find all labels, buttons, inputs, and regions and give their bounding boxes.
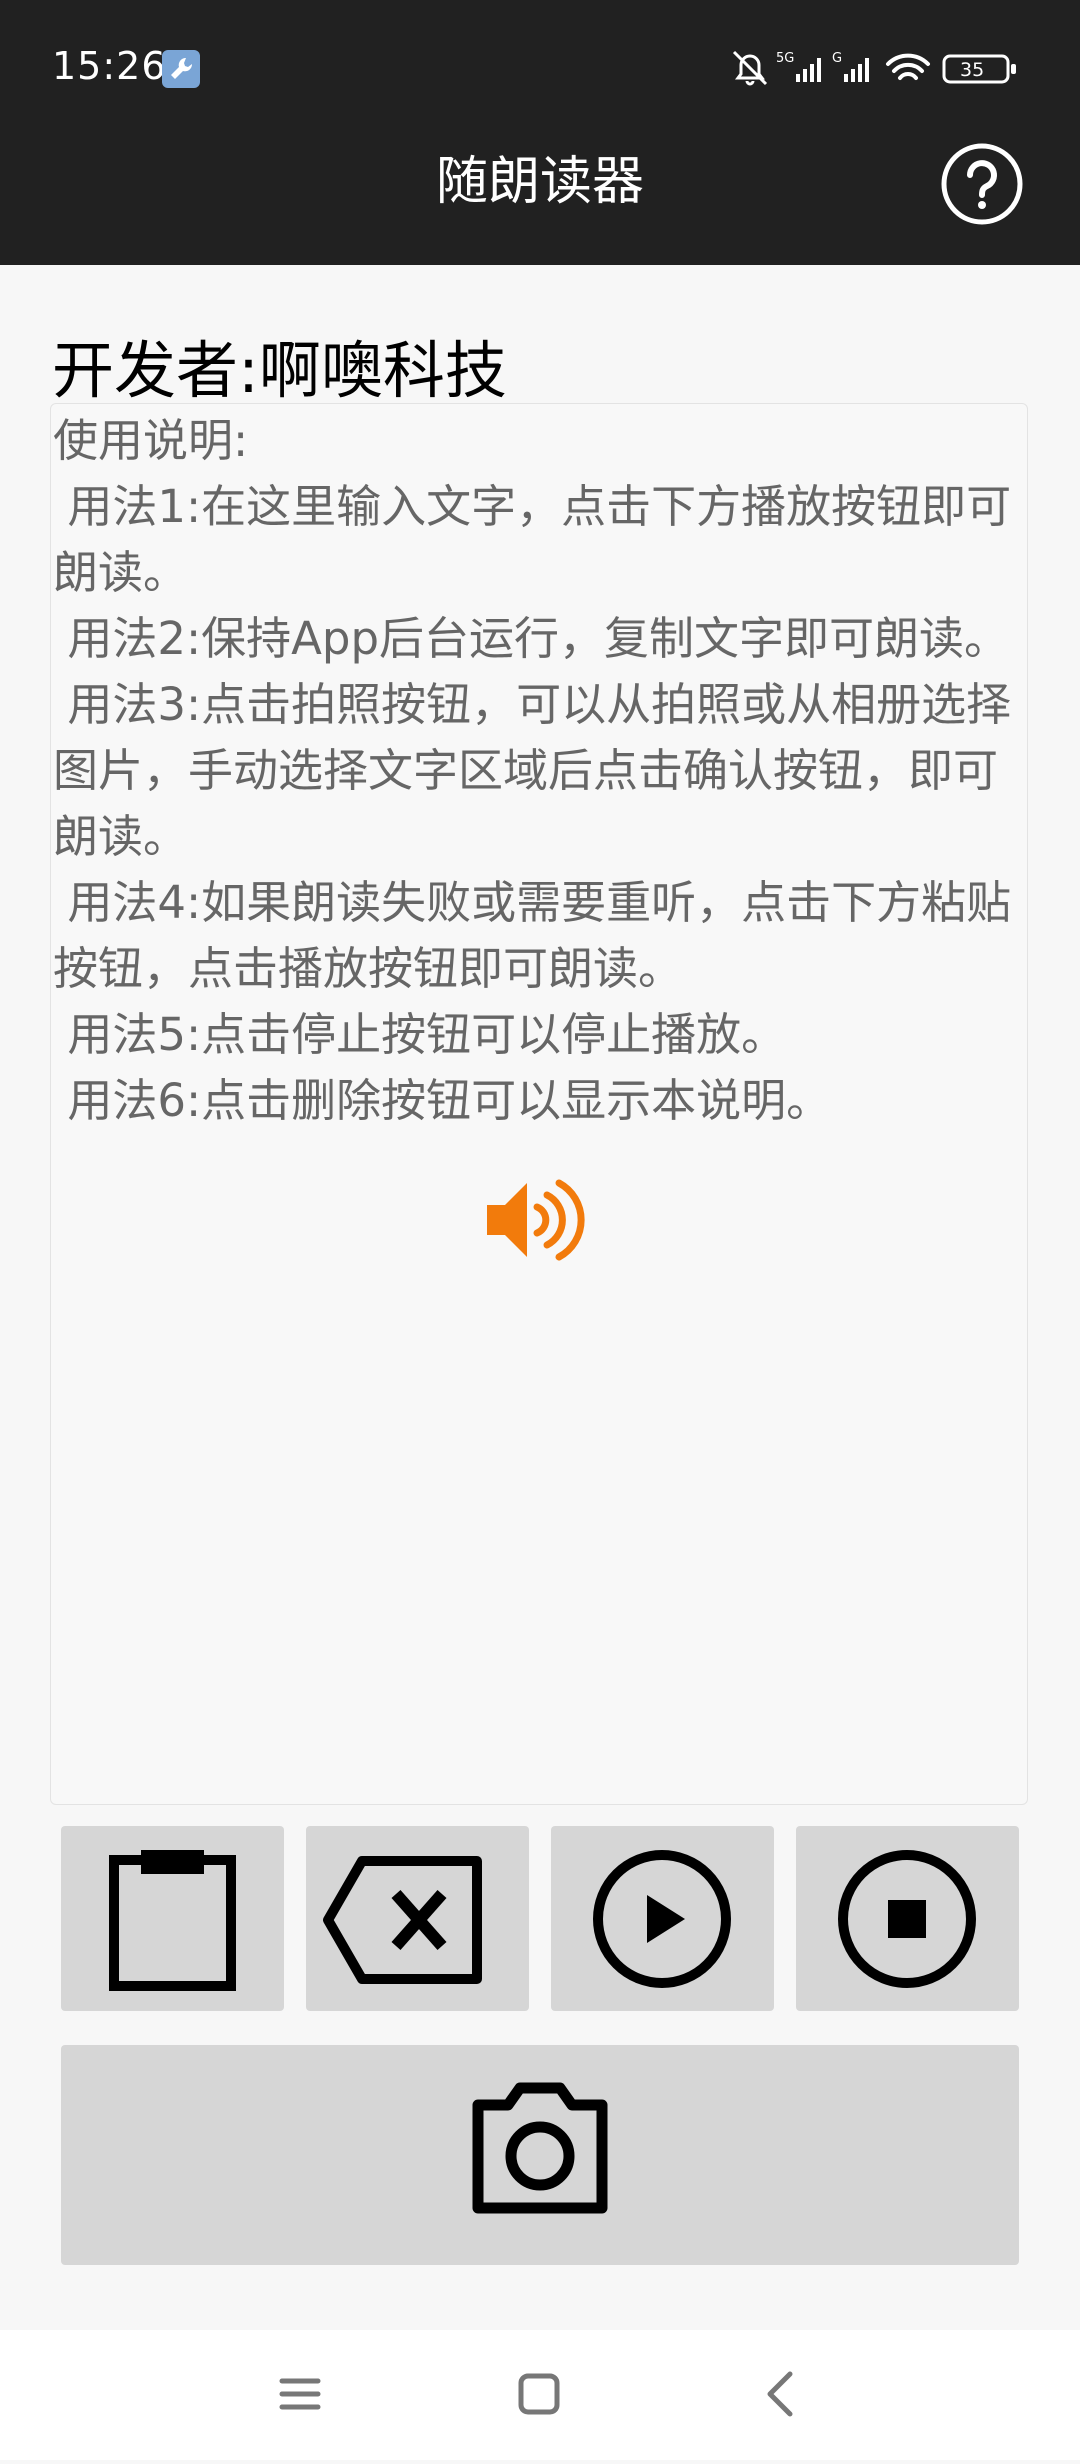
instructions-text: 使用说明: 用法1:在这里输入文字，点击下方播放按钮即可朗读。 用法2:保持Ap…: [53, 414, 1012, 1127]
camera-icon: [472, 2082, 608, 2214]
delete-button[interactable]: [306, 1826, 529, 2011]
text-input-area[interactable]: 使用说明: 用法1:在这里输入文字，点击下方播放按钮即可朗读。 用法2:保持Ap…: [50, 403, 1028, 1805]
help-button[interactable]: [940, 142, 1024, 226]
developer-label: 开发者:啊噢科技: [52, 334, 507, 407]
help-icon: [941, 143, 1023, 225]
speaker-icon[interactable]: [485, 1175, 595, 1265]
stop-icon: [838, 1850, 976, 1988]
menu-nav-icon[interactable]: [279, 2378, 321, 2410]
wifi-icon: [886, 53, 930, 80]
svg-text:G: G: [832, 51, 842, 66]
wrench-icon: [162, 50, 200, 88]
svg-text:35: 35: [960, 59, 984, 81]
status-icons: 5G G 35: [732, 50, 1016, 86]
app-title: 随朗读器: [435, 152, 644, 212]
battery-icon: 35: [942, 54, 1016, 84]
status-time: 15:26: [52, 44, 167, 88]
svg-text:5G: 5G: [776, 51, 794, 66]
paste-button[interactable]: [61, 1826, 284, 2011]
clipboard-icon: [109, 1850, 236, 1991]
play-icon: [593, 1850, 731, 1988]
status-bar: 15:26 5G G 35: [0, 0, 1080, 130]
stop-button[interactable]: [796, 1826, 1019, 2011]
signal-5g-icon: 5G: [776, 51, 821, 82]
nav-bar: [0, 2330, 1080, 2460]
camera-button[interactable]: [61, 2045, 1019, 2265]
signal-g-icon: G: [832, 51, 869, 82]
mute-bell-icon: [732, 50, 768, 86]
home-nav-icon[interactable]: [518, 2373, 560, 2415]
back-nav-icon[interactable]: [767, 2371, 793, 2417]
app-bar: 随朗读器: [0, 130, 1080, 265]
play-button[interactable]: [551, 1826, 774, 2011]
backspace-icon: [323, 1856, 482, 1984]
